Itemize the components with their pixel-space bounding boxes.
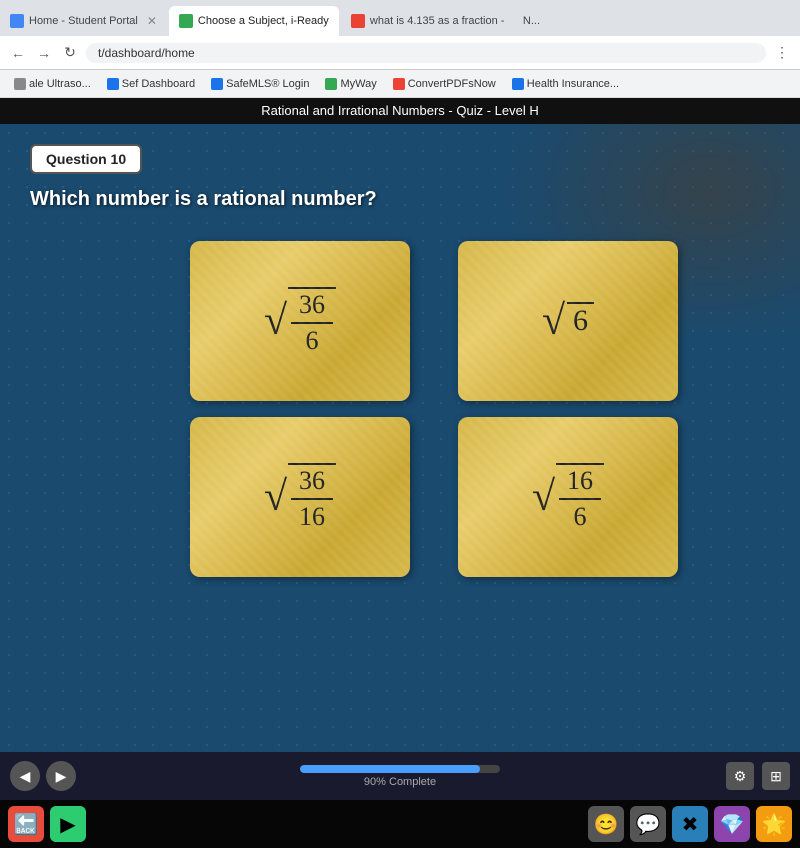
- frac-bottom-a: 6: [298, 324, 327, 356]
- taskbar-icon-x[interactable]: ✖: [672, 806, 708, 842]
- progress-section: 90% Complete: [300, 765, 500, 788]
- play-ctrl-button[interactable]: ▶: [46, 761, 76, 791]
- bookmark-myway-icon: [325, 78, 337, 90]
- answers-grid: √ 36 6 √ 6 √: [190, 241, 710, 577]
- taskbar-icon-chat[interactable]: 💬: [630, 806, 666, 842]
- frac-top-d: 16: [559, 466, 601, 500]
- bookmark-health[interactable]: Health Insurance...: [506, 76, 625, 92]
- answer-card-b[interactable]: √ 6: [458, 241, 678, 401]
- sqrt-symbol-a: √: [264, 300, 287, 342]
- sqrt-symbol-b: √: [542, 300, 565, 342]
- taskbar-icon-0[interactable]: 🔙: [8, 806, 44, 842]
- progress-bar-container: [300, 765, 500, 773]
- reload-button[interactable]: ↻: [60, 43, 80, 63]
- quiz-title-bar: Rational and Irrational Numbers - Quiz -…: [0, 98, 800, 124]
- tab-iready-icon: [179, 14, 193, 28]
- address-input[interactable]: t/dashboard/home: [86, 43, 766, 63]
- bottom-right-icons: ⚙ ⊞: [726, 762, 790, 790]
- question-label: Question 10: [30, 144, 142, 174]
- address-text: t/dashboard/home: [98, 46, 195, 60]
- bookmark-ultraso[interactable]: ale Ultraso...: [8, 76, 97, 92]
- frac-bottom-d: 6: [566, 500, 595, 532]
- value-b: 6: [567, 302, 594, 340]
- progress-label: 90% Complete: [364, 776, 436, 788]
- quiz-main: Question 10 Which number is a rational n…: [0, 124, 800, 752]
- bookmark-sef[interactable]: Sef Dashboard: [101, 76, 201, 92]
- back-button[interactable]: ←: [8, 43, 28, 63]
- tab-home-label: Home - Student Portal: [29, 15, 138, 27]
- question-text-content: Which number is a rational number?: [30, 188, 377, 210]
- math-content-b: √ 6: [542, 300, 594, 342]
- bookmark-convertpdf[interactable]: ConvertPDFsNow: [387, 76, 502, 92]
- quiz-title: Rational and Irrational Numbers - Quiz -…: [261, 103, 538, 118]
- bookmark-ultraso-icon: [14, 78, 26, 90]
- back-ctrl-button[interactable]: ◀: [10, 761, 40, 791]
- math-content-a: √ 36 6: [264, 287, 336, 356]
- bottom-bar: ◀ ▶ 90% Complete ⚙ ⊞: [0, 752, 800, 800]
- answer-card-a[interactable]: √ 36 6: [190, 241, 410, 401]
- bottom-controls: ◀ ▶: [10, 761, 76, 791]
- taskbar-icon-1[interactable]: ▶: [50, 806, 86, 842]
- tab-bar: Home - Student Portal ✕ Choose a Subject…: [0, 0, 800, 36]
- question-text: Which number is a rational number?: [30, 188, 377, 211]
- frac-top-a: 36: [291, 290, 333, 324]
- tab-home-icon: [10, 14, 24, 28]
- progress-bar-fill: [300, 765, 480, 773]
- frac-top-c: 36: [291, 466, 333, 500]
- tab-google-label: what is 4.135 as a fraction -: [370, 15, 505, 27]
- tab-iready-close[interactable]: ✕: [338, 14, 339, 28]
- forward-button[interactable]: →: [34, 43, 54, 63]
- bookmark-sef-label: Sef Dashboard: [122, 78, 195, 90]
- extensions-button[interactable]: ⋮: [772, 43, 792, 63]
- bookmark-myway-label: MyWay: [340, 78, 376, 90]
- taskbar: 🔙 ▶ 😊 💬 ✖ 💎 🌟: [0, 800, 800, 848]
- bookmark-health-icon: [512, 78, 524, 90]
- tab-google[interactable]: what is 4.135 as a fraction - ✕: [341, 6, 511, 36]
- answer-card-c[interactable]: √ 36 16: [190, 417, 410, 577]
- bookmark-sef-icon: [107, 78, 119, 90]
- taskbar-icon-star[interactable]: 🌟: [756, 806, 792, 842]
- bookmark-health-label: Health Insurance...: [527, 78, 619, 90]
- tab-iready[interactable]: Choose a Subject, i-Ready ✕: [169, 6, 339, 36]
- taskbar-icon-face[interactable]: 😊: [588, 806, 624, 842]
- sqrt-symbol-d: √: [532, 476, 555, 518]
- taskbar-icon-gem[interactable]: 💎: [714, 806, 750, 842]
- answer-card-d[interactable]: √ 16 6: [458, 417, 678, 577]
- bookmark-convertpdf-icon: [393, 78, 405, 90]
- fraction-a: 36 6: [288, 287, 336, 356]
- bookmark-ultraso-label: ale Ultraso...: [29, 78, 91, 90]
- question-label-text: Question 10: [46, 151, 126, 167]
- tab-other-label: N...: [523, 15, 540, 27]
- settings-icon-btn[interactable]: ⚙: [726, 762, 754, 790]
- tab-home[interactable]: Home - Student Portal ✕: [0, 6, 167, 36]
- sqrt-symbol-c: √: [264, 476, 287, 518]
- tab-iready-label: Choose a Subject, i-Ready: [198, 15, 329, 27]
- fraction-c: 36 16: [288, 463, 336, 532]
- bookmark-myway[interactable]: MyWay: [319, 76, 382, 92]
- content-area: Rational and Irrational Numbers - Quiz -…: [0, 98, 800, 752]
- bookmark-safemls[interactable]: SafeMLS® Login: [205, 76, 315, 92]
- browser-chrome: Home - Student Portal ✕ Choose a Subject…: [0, 0, 800, 98]
- tab-home-close[interactable]: ✕: [147, 14, 157, 28]
- frac-bottom-c: 16: [291, 500, 333, 532]
- bookmarks-bar: ale Ultraso... Sef Dashboard SafeMLS® Lo…: [0, 70, 800, 98]
- tab-google-icon: [351, 14, 365, 28]
- bookmark-convertpdf-label: ConvertPDFsNow: [408, 78, 496, 90]
- tab-other[interactable]: N...: [513, 6, 550, 36]
- math-content-d: √ 16 6: [532, 463, 604, 532]
- fraction-d: 16 6: [556, 463, 604, 532]
- bookmark-safemls-label: SafeMLS® Login: [226, 78, 309, 90]
- bookmark-safemls-icon: [211, 78, 223, 90]
- address-bar-row: ← → ↻ t/dashboard/home ⋮: [0, 36, 800, 70]
- math-content-c: √ 36 16: [264, 463, 336, 532]
- grid-icon-btn[interactable]: ⊞: [762, 762, 790, 790]
